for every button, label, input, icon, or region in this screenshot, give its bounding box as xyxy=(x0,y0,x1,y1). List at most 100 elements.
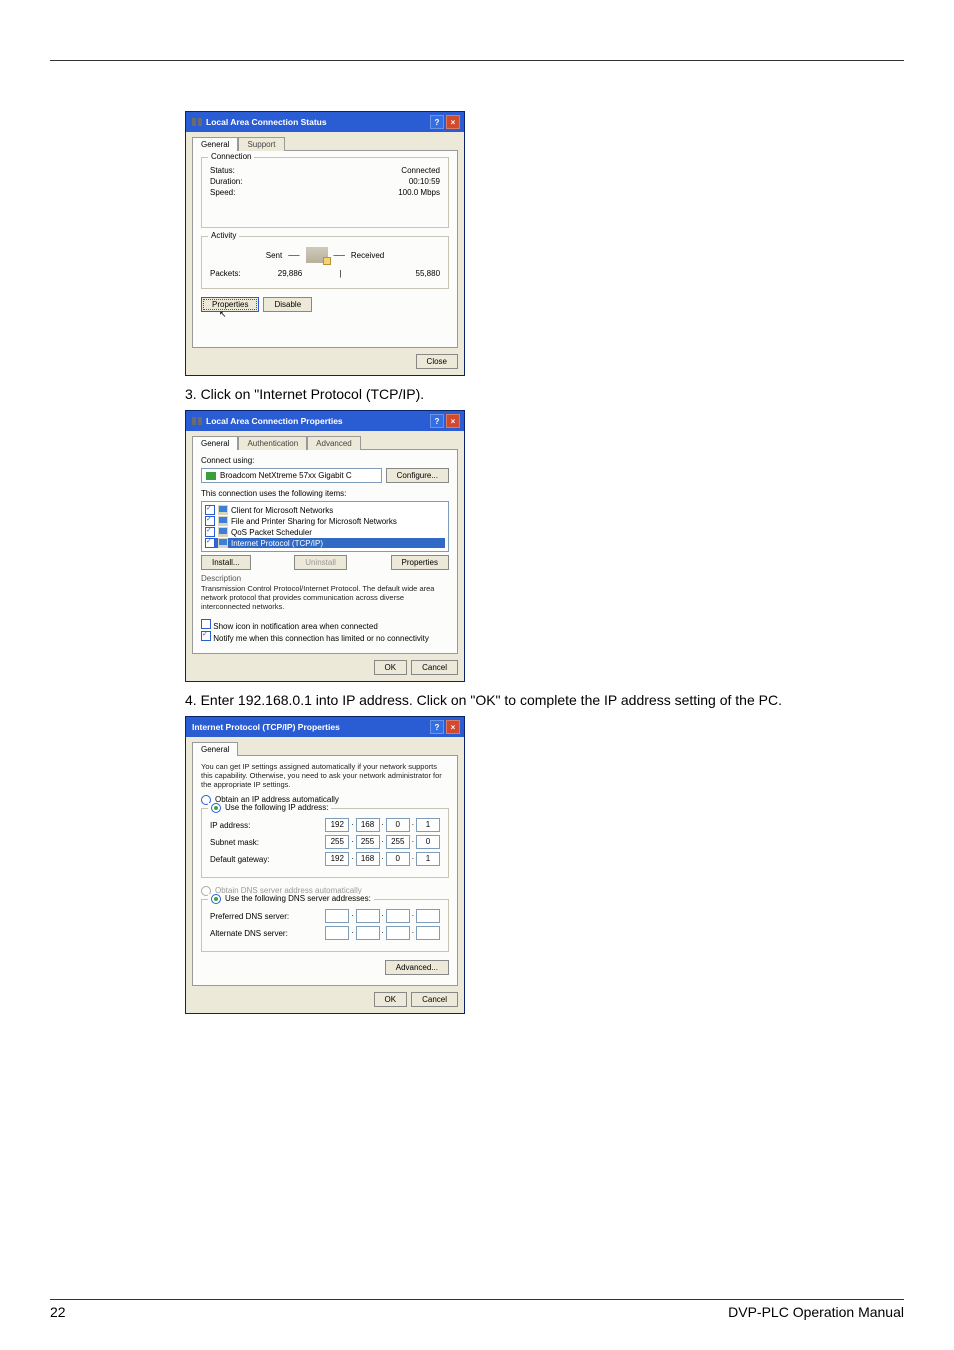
ip-oct[interactable]: 0 xyxy=(386,852,410,866)
ip-oct[interactable]: 255 xyxy=(325,835,349,849)
ip-oct[interactable]: 192 xyxy=(325,852,349,866)
ip-oct[interactable] xyxy=(356,926,380,940)
ip-oct[interactable]: 255 xyxy=(386,835,410,849)
packets-label: Packets: xyxy=(210,269,241,278)
ip-oct[interactable] xyxy=(325,926,349,940)
checkbox-icon[interactable] xyxy=(201,631,211,641)
gateway-field[interactable]: 192. 168. 0. 1 xyxy=(325,852,440,866)
component-icon xyxy=(218,538,228,548)
ip-oct[interactable]: 255 xyxy=(356,835,380,849)
gateway-label: Default gateway: xyxy=(210,855,320,864)
line-right: ── xyxy=(334,251,345,260)
items-list[interactable]: Client for Microsoft Networks File and P… xyxy=(201,501,449,552)
radio-icon[interactable] xyxy=(211,894,221,904)
tab-general[interactable]: General xyxy=(192,436,238,450)
item-label: File and Printer Sharing for Microsoft N… xyxy=(231,517,397,526)
status-value: Connected xyxy=(401,166,440,175)
ip-oct[interactable]: 1 xyxy=(416,852,440,866)
plug-icon xyxy=(192,118,202,126)
tab-general[interactable]: General xyxy=(192,137,238,151)
dialog-connection-properties: Local Area Connection Properties ? × Gen… xyxy=(185,410,465,682)
uninstall-button[interactable]: Uninstall xyxy=(294,555,347,570)
mask-label: Subnet mask: xyxy=(210,838,320,847)
duration-label: Duration: xyxy=(210,177,242,186)
cancel-button[interactable]: Cancel xyxy=(411,660,458,675)
checkbox-icon[interactable] xyxy=(201,619,211,629)
ip-oct[interactable] xyxy=(386,926,410,940)
group-connection: Connection xyxy=(208,152,254,161)
ip-oct[interactable] xyxy=(386,909,410,923)
duration-value: 00:10:59 xyxy=(409,177,440,186)
tab-authentication[interactable]: Authentication xyxy=(238,436,307,450)
item-properties-button[interactable]: Properties xyxy=(391,555,449,570)
tab-general[interactable]: General xyxy=(192,742,238,756)
ip-label: IP address: xyxy=(210,821,320,830)
tab-support[interactable]: Support xyxy=(238,137,284,151)
item-label: Internet Protocol (TCP/IP) xyxy=(231,539,323,548)
ip-oct[interactable]: 0 xyxy=(416,835,440,849)
titlebar: Internet Protocol (TCP/IP) Properties ? … xyxy=(186,717,464,737)
advanced-button[interactable]: Advanced... xyxy=(385,960,449,975)
chk-notify-label: Notify me when this connection has limit… xyxy=(213,634,429,643)
help-icon[interactable]: ? xyxy=(430,414,444,428)
component-icon xyxy=(218,516,228,526)
preferred-dns-field[interactable]: . . . xyxy=(325,909,440,923)
list-item-selected: Internet Protocol (TCP/IP) xyxy=(205,538,445,548)
component-icon xyxy=(218,527,228,537)
ok-button[interactable]: OK xyxy=(374,660,408,675)
packets-received: 55,880 xyxy=(341,269,440,278)
dialog-connection-status: Local Area Connection Status ? × General… xyxy=(185,111,465,376)
ip-oct[interactable] xyxy=(325,909,349,923)
item-label: QoS Packet Scheduler xyxy=(231,528,312,537)
checkbox-icon[interactable] xyxy=(205,527,215,537)
checkbox-icon[interactable] xyxy=(205,505,215,515)
title-text: Local Area Connection Properties xyxy=(206,416,343,426)
help-icon[interactable]: ? xyxy=(430,720,444,734)
checkbox-icon[interactable] xyxy=(205,516,215,526)
cancel-button[interactable]: Cancel xyxy=(411,992,458,1007)
ip-oct[interactable] xyxy=(416,926,440,940)
received-label: Received xyxy=(351,251,384,260)
configure-button[interactable]: Configure... xyxy=(386,468,449,483)
page-number: 22 xyxy=(50,1304,66,1320)
description-text: Transmission Control Protocol/Internet P… xyxy=(201,584,449,611)
ok-button[interactable]: OK xyxy=(374,992,408,1007)
chk-show-icon-row: Show icon in notification area when conn… xyxy=(201,619,449,631)
alternate-dns-field[interactable]: . . . xyxy=(325,926,440,940)
description-header: Description xyxy=(201,574,449,583)
top-rule xyxy=(50,60,904,61)
item-label: Client for Microsoft Networks xyxy=(231,506,333,515)
help-icon[interactable]: ? xyxy=(430,115,444,129)
install-button[interactable]: Install... xyxy=(201,555,251,570)
ip-oct[interactable]: 0 xyxy=(386,818,410,832)
close-icon[interactable]: × xyxy=(446,115,460,129)
radio-icon[interactable] xyxy=(211,803,221,813)
ip-field[interactable]: 192. 168. 0. 1 xyxy=(325,818,440,832)
nic-icon xyxy=(206,472,216,480)
step-3-text: 3. Click on "Internet Protocol (TCP/IP). xyxy=(185,386,904,402)
intro-text: You can get IP settings assigned automat… xyxy=(201,762,449,789)
ip-oct[interactable]: 192 xyxy=(325,818,349,832)
ip-oct[interactable] xyxy=(416,909,440,923)
titlebar: Local Area Connection Properties ? × xyxy=(186,411,464,431)
sent-label: Sent xyxy=(266,251,282,260)
disable-button[interactable]: Disable xyxy=(263,297,312,312)
ip-oct[interactable]: 1 xyxy=(416,818,440,832)
ip-oct[interactable]: 168 xyxy=(356,818,380,832)
status-label: Status: xyxy=(210,166,235,175)
speed-label: Speed: xyxy=(210,188,235,197)
properties-button[interactable]: Properties xyxy=(201,297,259,312)
ip-oct[interactable]: 168 xyxy=(356,852,380,866)
close-button[interactable]: Close xyxy=(416,354,458,369)
line-left: ── xyxy=(288,251,299,260)
close-icon[interactable]: × xyxy=(446,414,460,428)
mask-field[interactable]: 255. 255. 255. 0 xyxy=(325,835,440,849)
ip-oct[interactable] xyxy=(356,909,380,923)
speed-value: 100.0 Mbps xyxy=(398,188,440,197)
adapter-field: Broadcom NetXtreme 57xx Gigabit C xyxy=(201,468,382,483)
close-icon[interactable]: × xyxy=(446,720,460,734)
manual-title: DVP-PLC Operation Manual xyxy=(728,1304,904,1320)
checkbox-icon[interactable] xyxy=(205,538,215,548)
tab-advanced[interactable]: Advanced xyxy=(307,436,361,450)
adapter-name: Broadcom NetXtreme 57xx Gigabit C xyxy=(220,471,352,480)
